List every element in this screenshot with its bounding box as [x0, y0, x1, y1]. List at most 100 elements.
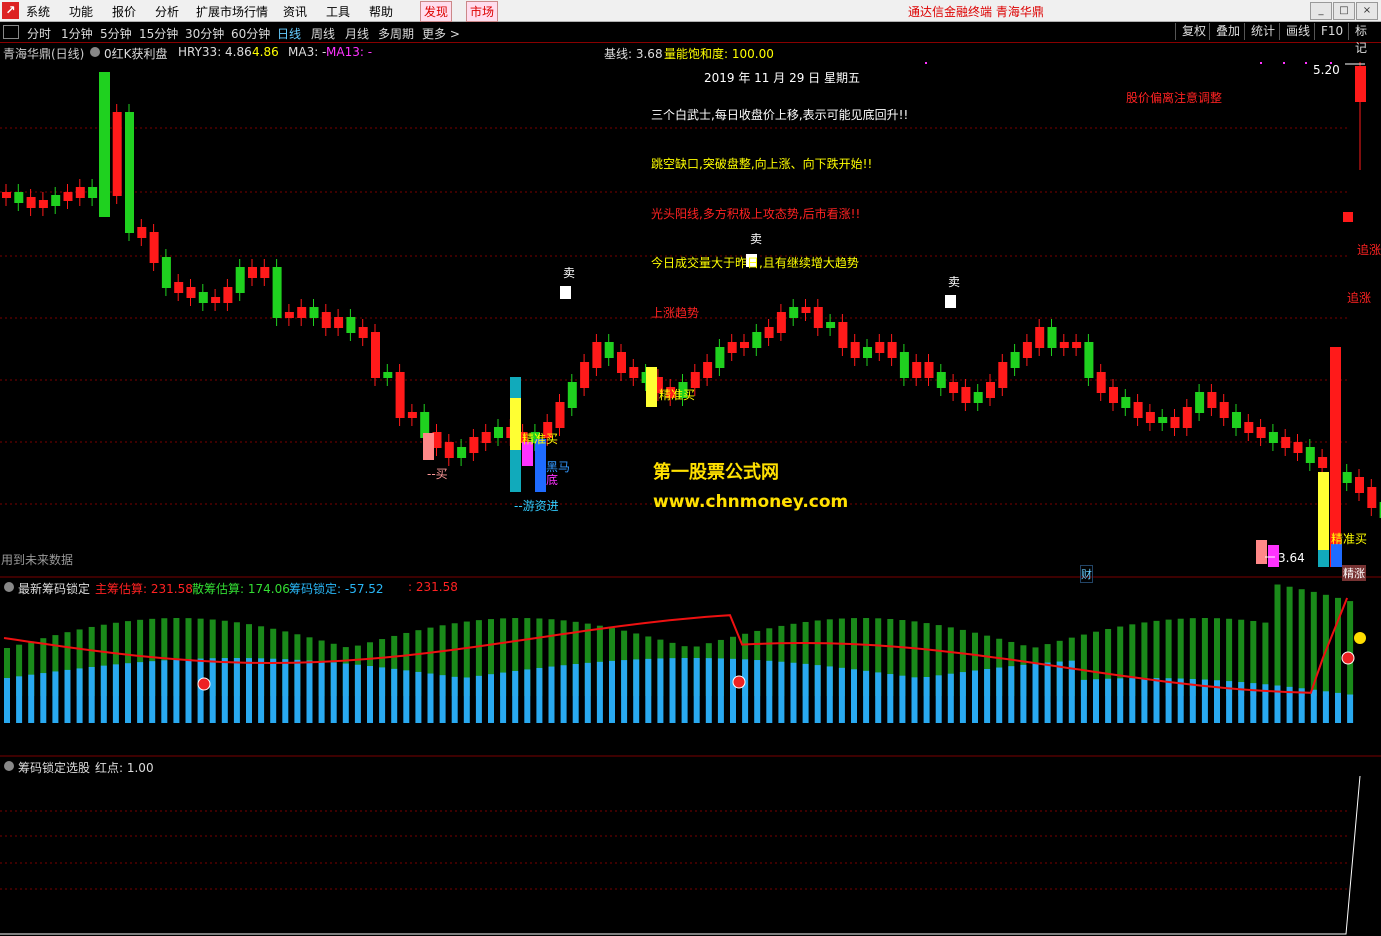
chip-blue-bar [572, 664, 579, 723]
menu-item-quote[interactable]: 报价 [112, 3, 136, 20]
maximize-button[interactable]: □ [1333, 2, 1355, 20]
candle-body [346, 317, 356, 333]
price-high-label: 5.20 [1313, 63, 1340, 77]
candle-body [986, 382, 995, 398]
menu-item-help[interactable]: 帮助 [369, 3, 393, 20]
menu-item-function[interactable]: 功能 [69, 3, 93, 20]
chip-green-bar [1298, 589, 1305, 696]
chip-blue-bar [1165, 678, 1172, 723]
toggle-panel-icon[interactable] [3, 25, 19, 39]
candle-body [727, 342, 737, 353]
chip-lock-chart[interactable] [0, 578, 1381, 758]
window-title: 通达信金融终端 青海华鼎 [908, 5, 1044, 19]
label-chase-1: 追涨 [1357, 243, 1381, 257]
signal-bar [646, 367, 657, 407]
chip-blue-bar [923, 676, 930, 723]
mark-button[interactable]: 标记 [1348, 23, 1381, 55]
tab-multi-period[interactable]: 多周期 [378, 25, 414, 42]
chip-blue-bar [1105, 678, 1112, 723]
chip-signal-dot [732, 675, 746, 689]
chip-blue-bar [354, 664, 361, 723]
chip-blue-bar [621, 660, 628, 723]
chip-blue-bar [947, 673, 954, 723]
candle-body [998, 362, 1008, 388]
candle-body [1145, 412, 1155, 423]
candle-body [186, 287, 196, 298]
candle-body [1022, 342, 1032, 358]
chip-select-chart[interactable] [0, 756, 1381, 936]
chip-panel-menu-icon[interactable] [4, 582, 14, 592]
chip-blue-bar [1080, 679, 1087, 723]
signal-bar [1318, 550, 1329, 567]
candle-body [813, 307, 823, 328]
indicator-menu-icon[interactable] [90, 47, 100, 57]
tab-monthly[interactable]: 月线 [345, 25, 369, 42]
select-panel-menu-icon[interactable] [4, 761, 14, 771]
chip-blue-bar [451, 676, 458, 723]
chip-blue-bar [88, 666, 95, 723]
minimize-button[interactable]: _ [1310, 2, 1332, 20]
chip-blue-bar [560, 665, 567, 723]
menu-item-system[interactable]: 系统 [26, 3, 50, 20]
chip-blue-bar [488, 674, 494, 723]
candle-body [1281, 437, 1291, 448]
candle-body [481, 432, 491, 443]
chip-blue-bar [705, 658, 712, 723]
chip-blue-bar [778, 661, 785, 723]
main-chip-estimate: 主筹估算: 231.58 [95, 582, 193, 596]
candle-body [395, 372, 405, 418]
chip-blue-bar [1020, 664, 1027, 723]
candle-body [235, 267, 245, 293]
menu-item-market[interactable]: 市场 [466, 1, 499, 22]
tab-daily[interactable]: 日线 [277, 25, 301, 42]
candle-body [272, 267, 282, 318]
fuquan-button[interactable]: 复权 [1175, 23, 1212, 40]
draw-line-button[interactable]: 画线 [1279, 23, 1316, 40]
chip-blue-bar [548, 666, 555, 723]
menu-item-analysis[interactable]: 分析 [155, 3, 179, 20]
candle-body [112, 112, 122, 196]
chip-green-bar [1286, 586, 1293, 696]
candle-body [334, 317, 344, 328]
signal-bar [1256, 540, 1267, 564]
stats-button[interactable]: 统计 [1244, 23, 1281, 40]
candle-body [2, 192, 11, 198]
chip-blue-bar [367, 666, 373, 723]
candle-body [604, 342, 614, 358]
chip-blue-bar [790, 662, 797, 723]
chip-blue-bar [1008, 666, 1015, 723]
chip-blue-bar [1117, 678, 1124, 723]
tab-more[interactable]: 更多 > [422, 25, 460, 42]
chip-blue-bar [681, 658, 688, 723]
menu-item-tools[interactable]: 工具 [326, 3, 350, 20]
candle-body [1109, 387, 1118, 403]
chip-blue-bar [76, 668, 83, 723]
tab-1min[interactable]: 1分钟 [61, 25, 93, 42]
red-dot-value: 红点: 1.00 [95, 761, 154, 775]
chip-blue-bar [500, 672, 507, 723]
menu-item-discover[interactable]: 发现 [420, 1, 453, 22]
close-button[interactable]: × [1356, 2, 1378, 20]
chip-blue-bar [318, 661, 325, 723]
candle-body [764, 327, 774, 338]
candle-body [1121, 397, 1131, 408]
menu-item-extended-market[interactable]: 扩展市场行情 [196, 3, 268, 20]
tab-15min[interactable]: 15分钟 [139, 25, 178, 42]
menu-item-news[interactable]: 资讯 [283, 3, 307, 20]
bottom-label: 底 [546, 473, 559, 487]
candle-body [740, 342, 749, 348]
candle-body [358, 327, 368, 338]
app-logo-icon: ↗ [2, 2, 19, 19]
tab-weekly[interactable]: 周线 [311, 25, 335, 42]
overlay-button[interactable]: 叠加 [1209, 23, 1246, 40]
chip-blue-bar [16, 676, 23, 723]
f10-button[interactable]: F10 [1314, 23, 1349, 40]
chip-blue-bar [40, 673, 47, 723]
tab-intraday[interactable]: 分时 [27, 25, 51, 42]
tab-5min[interactable]: 5分钟 [100, 25, 132, 42]
tab-30min[interactable]: 30分钟 [185, 25, 224, 42]
chip-blue-bar [657, 658, 664, 723]
chip-blue-bar [379, 667, 386, 723]
tab-60min[interactable]: 60分钟 [231, 25, 270, 42]
candle-body [580, 362, 590, 388]
